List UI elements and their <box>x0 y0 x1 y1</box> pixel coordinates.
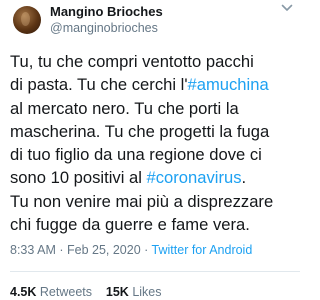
tweet-line: Tu non venire mai più a disprezzare <box>10 190 298 213</box>
tweet-text-segment: di tuo figlio da una regione dove ci <box>10 145 262 165</box>
tweet-header: Mangino Brioches @manginobrioches <box>0 0 300 48</box>
tweet-text: Tu, tu che compri ventotto pacchi di past… <box>10 50 298 236</box>
tweet-text-segment: Tu, tu che compri ventotto pacchi <box>10 52 254 71</box>
tweet-source[interactable]: Twitter for Android <box>152 243 253 257</box>
tweet-line: di pasta. Tu che cerchi l'#amuchina <box>10 73 298 96</box>
likes-label: Likes <box>132 285 162 299</box>
tweet-text-segment: al mercato nero. Tu che porti la <box>10 98 239 118</box>
tweet-line: chi fugge da guerre e fame vera. <box>10 213 298 236</box>
retweets-stat[interactable]: 4.5K Retweets <box>10 285 92 299</box>
user-handle[interactable]: @manginobrioches <box>50 21 158 36</box>
tweet-text-segment: Tu non venire mai più a disprezzare <box>10 191 274 211</box>
display-name[interactable]: Mangino Brioches <box>50 4 163 19</box>
tweet-line: Tu, tu che compri ventotto pacchi <box>10 50 298 73</box>
tweet-text-segment: chi fugge da guerre e fame vera. <box>10 215 250 235</box>
tweet-text-segment: . <box>241 168 247 188</box>
tweet-line: di tuo figlio da una regione dove ci <box>10 143 298 166</box>
tweet-metadata: 8:33 AM · Feb 25, 2020 · Twitter for And… <box>10 243 252 258</box>
tweet-text-segment: di pasta. Tu che cerchi l' <box>10 75 188 95</box>
retweets-label: Retweets <box>39 285 92 299</box>
tweet-text-segment: sono 10 positivi al <box>10 168 147 188</box>
likes-stat[interactable]: 15K Likes <box>106 285 162 299</box>
hashtag-link[interactable]: #coronavirus <box>147 168 242 187</box>
tweet-line: mascherina. Tu che progetti la fuga <box>10 120 298 143</box>
divider <box>10 271 300 272</box>
meta-separator: · <box>140 243 152 257</box>
likes-count: 15K <box>105 285 129 299</box>
avatar-image <box>21 12 30 26</box>
hashtag-link[interactable]: #amuchina <box>188 75 269 94</box>
meta-separator: · <box>55 243 67 257</box>
tweet-line: sono 10 positivi al #coronavirus. <box>10 166 298 189</box>
engagement-stats: 4.5K Retweets 15K Likes <box>10 285 162 300</box>
tweet-text-segment: mascherina. Tu che progetti la fuga <box>10 121 270 141</box>
avatar[interactable] <box>13 6 41 34</box>
tweet-line: al mercato nero. Tu che porti la <box>10 97 298 120</box>
retweets-count: 4.5K <box>10 285 37 299</box>
chevron-down-icon[interactable] <box>279 0 295 16</box>
tweet-date[interactable]: Feb 25, 2020 <box>67 243 141 257</box>
tweet-time[interactable]: 8:33 AM <box>10 243 56 257</box>
